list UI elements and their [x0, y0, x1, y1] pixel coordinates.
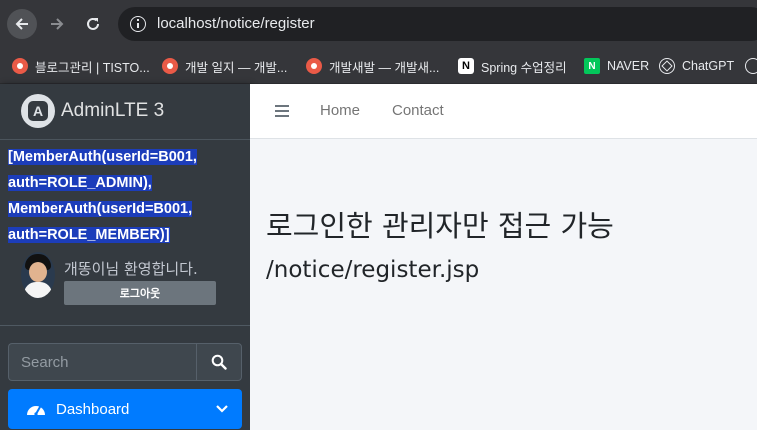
- auth-line: auth=ROLE_MEMBER)]: [8, 227, 170, 243]
- auth-line: auth=ROLE_ADMIN),: [8, 175, 152, 191]
- address-bar[interactable]: localhost/notice/register: [118, 7, 757, 41]
- tistory-icon: [12, 58, 28, 74]
- bookmark-dev-log[interactable]: 개발 일지 — 개발...: [162, 53, 287, 79]
- sidebar-search: [8, 343, 242, 381]
- site-info-icon[interactable]: [130, 16, 146, 32]
- bookmarks-bar: 블로그관리 | TISTO... 개발 일지 — 개발... 개발새발 — 개발…: [0, 48, 757, 84]
- search-icon: [211, 354, 227, 370]
- chevron-down-icon: [216, 405, 228, 413]
- auth-info: [MemberAuth(userId=B001, auth=ROLE_ADMIN…: [8, 144, 248, 248]
- sidebar-item-label: Dashboard: [56, 400, 130, 418]
- bookmark-label: 블로그관리 | TISTO...: [35, 60, 150, 75]
- nav-contact-link[interactable]: Contact: [392, 102, 444, 119]
- logout-button[interactable]: 로그아웃: [64, 281, 216, 305]
- page-path: /notice/register.jsp: [266, 257, 480, 283]
- bookmark-tistory-blog[interactable]: 블로그관리 | TISTO...: [12, 53, 150, 79]
- nav-home-link[interactable]: Home: [320, 102, 360, 119]
- bookmark-label: Spring 수업정리: [481, 60, 567, 75]
- bookmark-label: ChatGPT: [682, 59, 735, 73]
- naver-icon: N: [584, 58, 600, 74]
- bookmark-dev-scribble[interactable]: 개발새발 — 개발새...: [306, 53, 439, 79]
- auth-line: MemberAuth(userId=B001,: [8, 201, 193, 217]
- search-input[interactable]: [8, 343, 196, 381]
- user-panel: 개똥이님 환영합니다. 로그아웃: [0, 248, 250, 326]
- url-text[interactable]: localhost/notice/register: [157, 15, 315, 32]
- welcome-text: 개똥이님 환영합니다.: [64, 260, 198, 278]
- back-button[interactable]: [7, 9, 37, 39]
- globe-icon: [745, 58, 757, 74]
- forward-button[interactable]: [42, 9, 72, 39]
- tistory-icon: [306, 58, 322, 74]
- arrow-right-icon: [51, 18, 64, 30]
- browser-toolbar: localhost/notice/register: [0, 0, 757, 48]
- content-wrapper: 로그인한 관리자만 접근 가능 /notice/register.jsp: [250, 139, 757, 430]
- reload-icon: [87, 17, 99, 30]
- main-header: Home Contact: [250, 84, 757, 139]
- notion-icon: N: [458, 58, 474, 74]
- reload-button[interactable]: [78, 9, 108, 39]
- page-title: 로그인한 관리자만 접근 가능: [266, 209, 614, 243]
- brand-link[interactable]: A AdminLTE 3: [0, 84, 250, 140]
- main-sidebar: A AdminLTE 3 [MemberAuth(userId=B001, au…: [0, 84, 250, 430]
- chatgpt-icon: [659, 58, 675, 74]
- adminlte-logo-icon: A: [21, 94, 55, 128]
- avatar: [21, 252, 55, 298]
- bookmark-label: 개발새발 — 개발새...: [329, 60, 440, 75]
- tistory-icon: [162, 58, 178, 74]
- bookmark-spring-notes[interactable]: N Spring 수업정리: [458, 53, 567, 79]
- bookmark-chatgpt[interactable]: ChatGPT: [659, 53, 734, 79]
- arrow-left-icon: [15, 18, 28, 30]
- menu-toggle-icon[interactable]: [275, 105, 289, 117]
- brand-text: AdminLTE 3: [61, 100, 165, 121]
- bookmark-label: NAVER: [607, 59, 650, 73]
- bookmark-overflow[interactable]: [745, 53, 757, 79]
- auth-line: [MemberAuth(userId=B001,: [8, 149, 197, 165]
- sidebar-item-dashboard[interactable]: Dashboard: [8, 389, 242, 429]
- bookmark-naver[interactable]: N NAVER: [584, 53, 649, 79]
- search-button[interactable]: [196, 343, 242, 381]
- bookmark-label: 개발 일지 — 개발...: [185, 60, 288, 75]
- tachometer-icon: [26, 401, 46, 417]
